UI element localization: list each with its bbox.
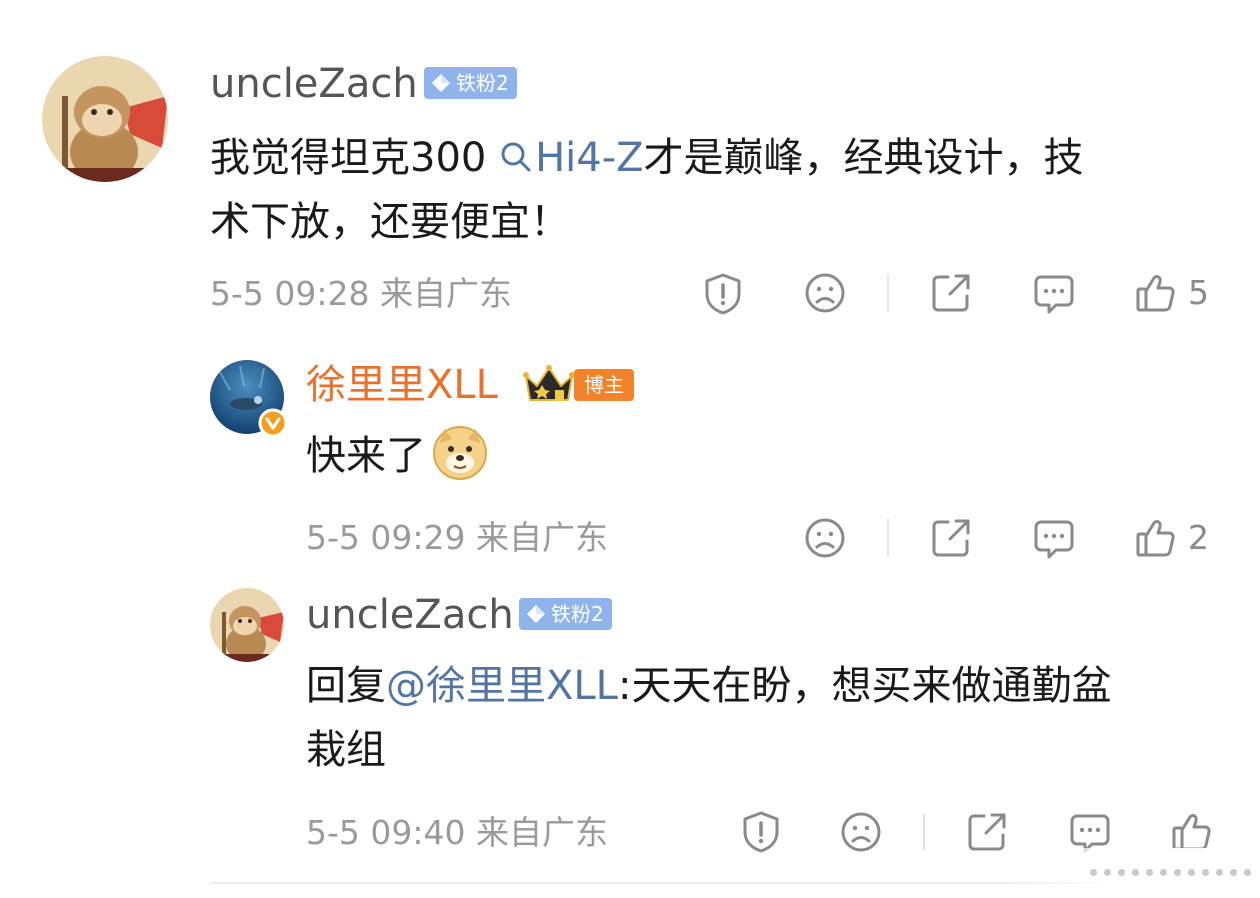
fan-badge[interactable]: 铁粉2 [519, 598, 612, 630]
diamond-icon [527, 605, 545, 623]
username[interactable]: 徐里里XLL [306, 361, 498, 409]
dislike-button[interactable] [804, 272, 846, 314]
diamond-icon [432, 74, 450, 92]
crown-icon [523, 365, 575, 401]
share-icon [968, 813, 1006, 851]
location: 来自广东 [476, 518, 608, 557]
location: 来自广东 [476, 813, 608, 852]
comment-icon [1034, 275, 1074, 314]
badge-label: 铁粉2 [551, 602, 604, 626]
doge-emoji [433, 426, 487, 480]
like-thumb-icon [1172, 814, 1211, 851]
share-button[interactable] [930, 272, 972, 314]
like-button[interactable]: 2 [1134, 517, 1209, 559]
comment-icon [1034, 520, 1074, 559]
monkey-avatar-icon [42, 56, 168, 182]
blogger-badge[interactable]: 博主 [574, 369, 634, 401]
comment-text: 快来了 [306, 424, 488, 488]
comment-meta: 5-5 09:40 来自广东 [306, 813, 608, 853]
divider [923, 813, 925, 851]
like-thumb-icon [1136, 275, 1175, 312]
mention-link[interactable]: @徐里里XLL [386, 663, 618, 709]
avatar[interactable] [210, 588, 284, 662]
like-count: 5 [1188, 273, 1209, 312]
topic-link[interactable]: Hi4-Z [499, 135, 644, 181]
username[interactable]: uncleZach [210, 60, 418, 108]
like-count: 2 [1188, 518, 1209, 557]
report-button[interactable] [702, 272, 744, 316]
dislike-face-icon [841, 812, 881, 852]
comment-text: 我觉得坦克300 Hi4-Z才是巅峰，经典设计，技 术下放，还要便宜！ [210, 135, 1084, 245]
timestamp: 5-5 09:29 [306, 518, 466, 557]
like-button[interactable] [1170, 811, 1212, 853]
share-button[interactable] [966, 811, 1008, 853]
dislike-button[interactable] [804, 517, 846, 559]
comment-text: 回复@徐里里XLL:天天在盼，想买来做通勤盆 栽组 [306, 663, 1112, 773]
badge-label: 博主 [584, 373, 624, 397]
timestamp: 5-5 09:28 [210, 274, 370, 313]
dislike-face-icon [805, 518, 845, 558]
comment-meta: 5-5 09:29 来自广东 [306, 518, 608, 558]
comment-button[interactable] [1032, 517, 1076, 561]
comment-meta: 5-5 09:28 来自广东 [210, 274, 512, 314]
timestamp: 5-5 09:40 [306, 813, 466, 852]
watermark-dots [1090, 869, 1251, 876]
report-icon [743, 811, 779, 853]
dislike-face-icon [805, 273, 845, 313]
dislike-button[interactable] [840, 811, 882, 853]
report-icon [705, 273, 741, 315]
search-topic-icon [501, 142, 531, 172]
like-thumb-icon [1136, 520, 1175, 557]
divider [887, 519, 889, 557]
like-button[interactable]: 5 [1134, 272, 1209, 314]
badge-label: 铁粉2 [456, 71, 509, 95]
share-button[interactable] [930, 517, 972, 559]
comment-button[interactable] [1032, 272, 1076, 316]
verified-v-icon [258, 408, 288, 438]
avatar[interactable] [42, 56, 168, 182]
location: 来自广东 [380, 274, 512, 313]
fan-badge[interactable]: 铁粉2 [424, 67, 517, 99]
share-icon [932, 519, 970, 557]
username[interactable]: uncleZach [306, 591, 514, 639]
monkey-avatar-icon [210, 588, 284, 662]
share-icon [932, 274, 970, 312]
divider [887, 274, 889, 312]
report-button[interactable] [740, 810, 782, 854]
